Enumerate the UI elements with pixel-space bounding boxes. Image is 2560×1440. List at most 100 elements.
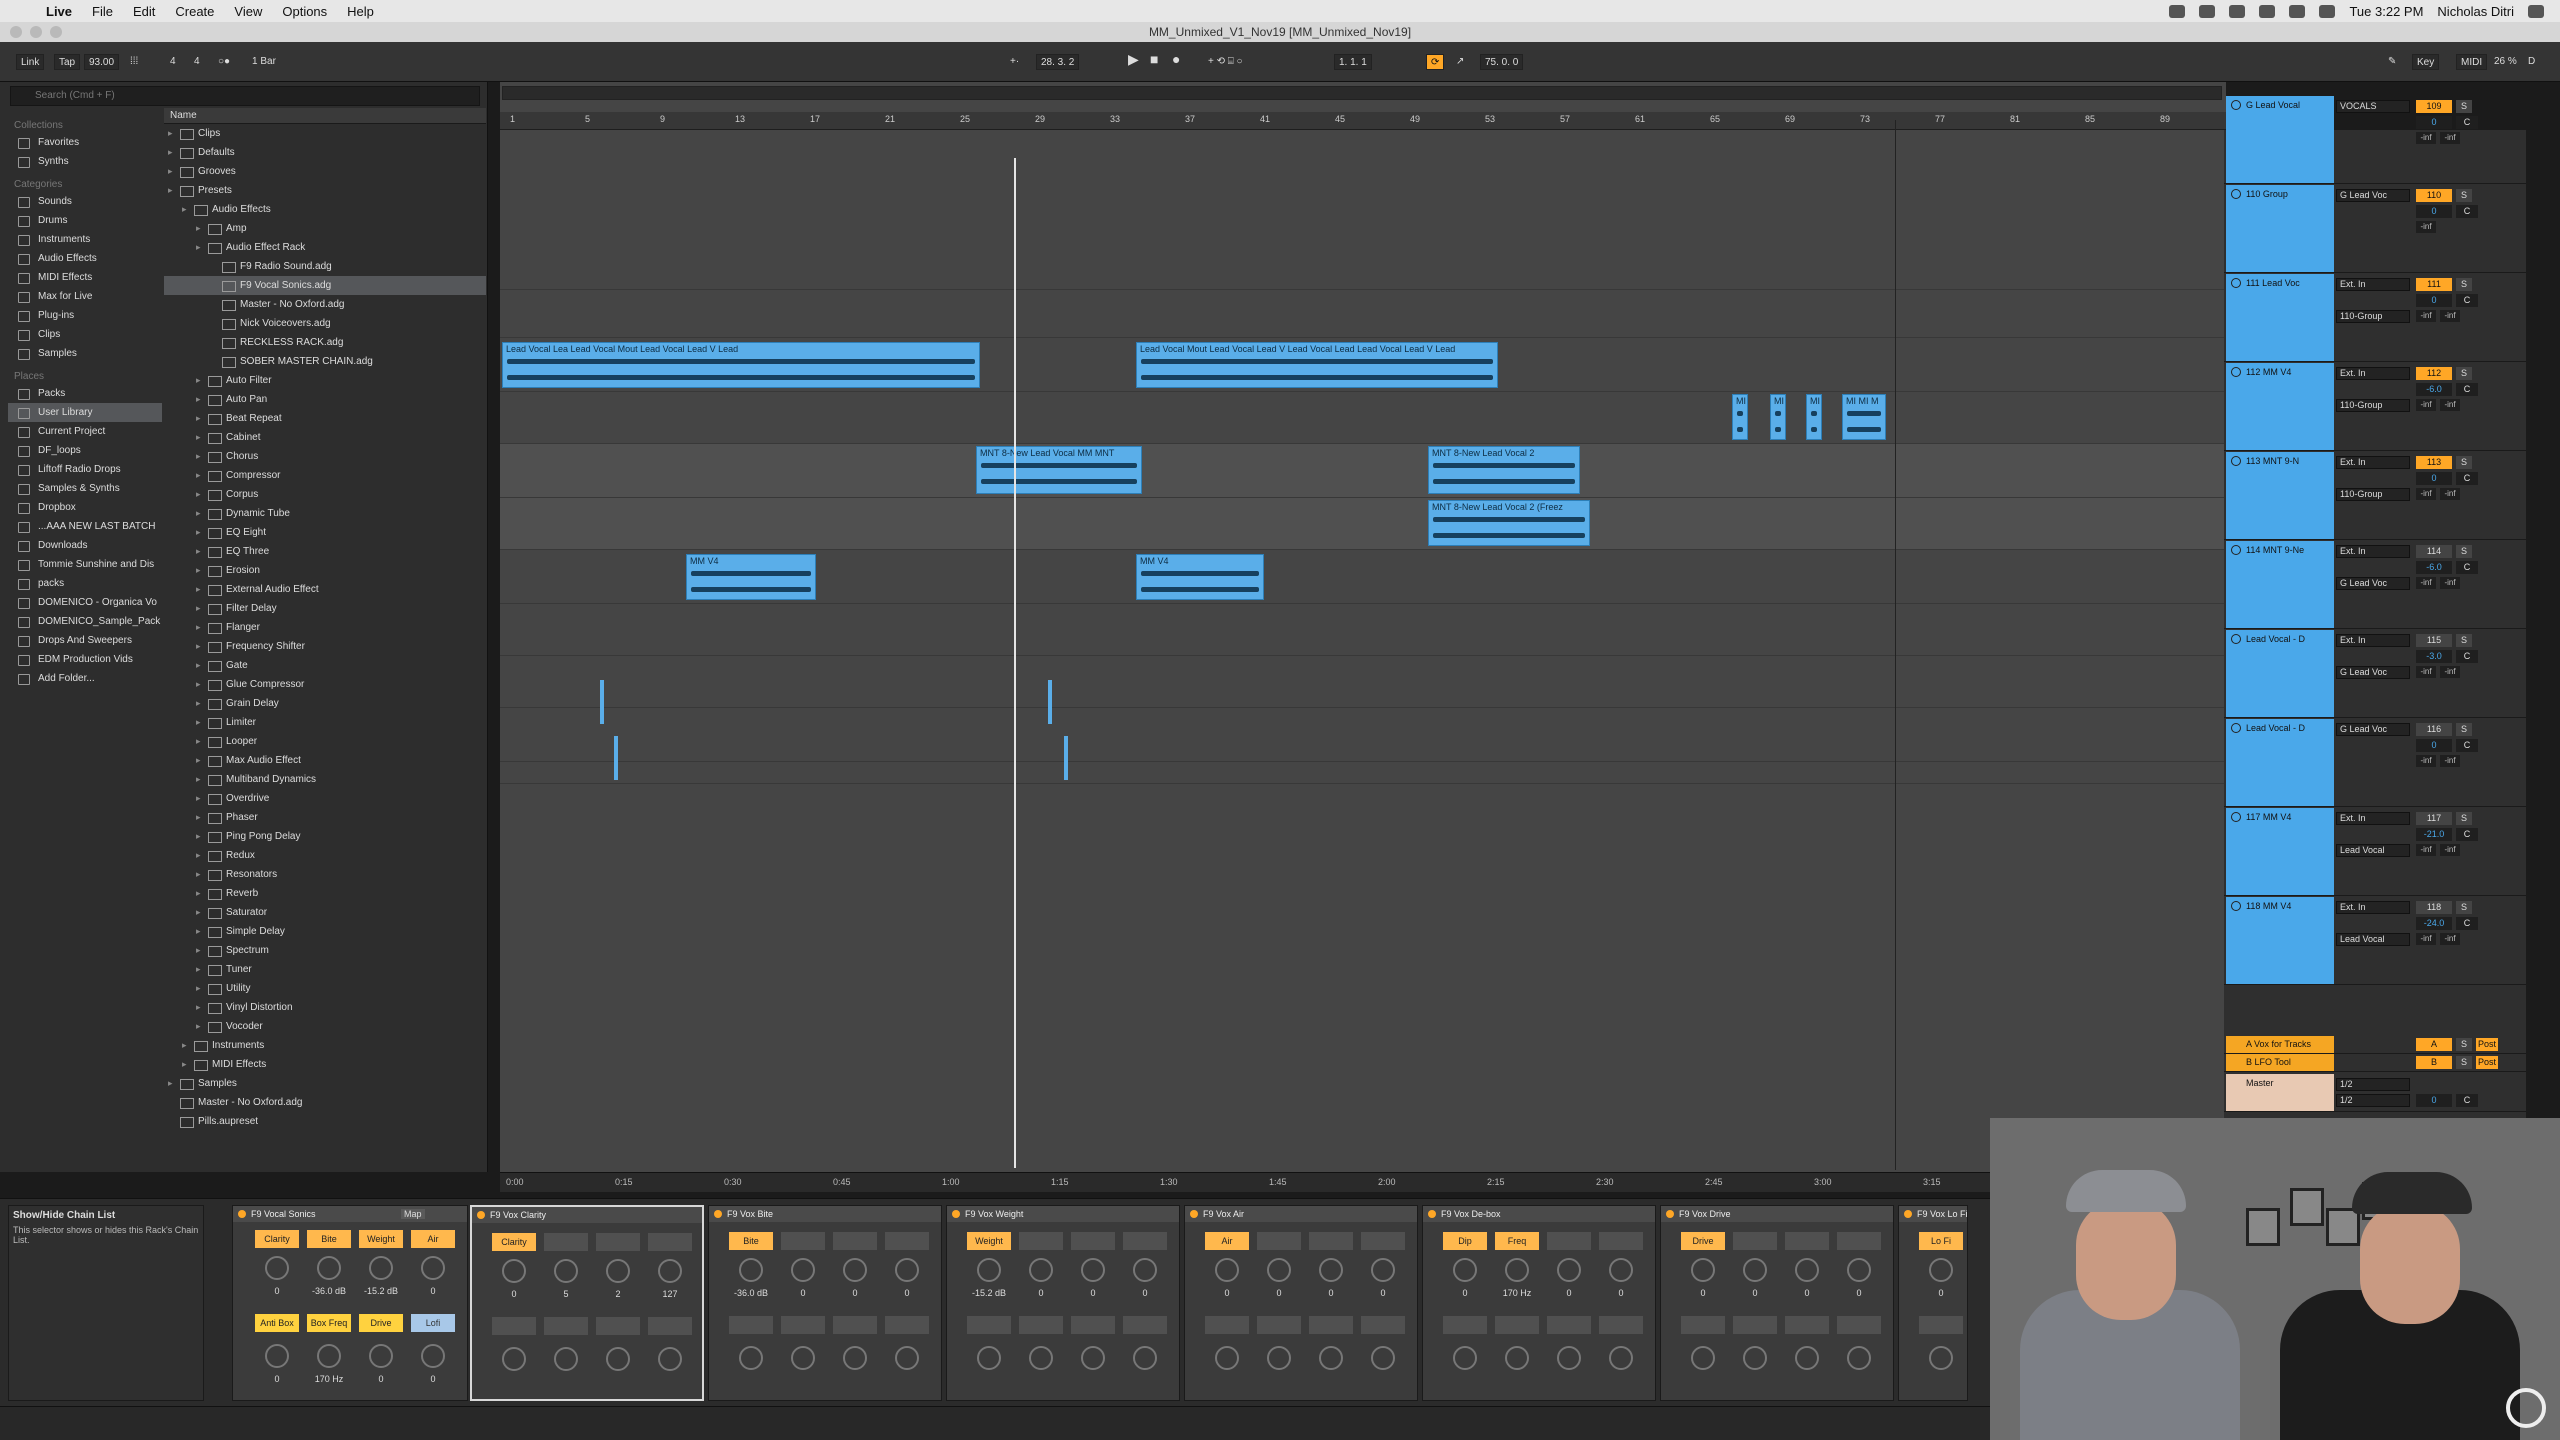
tree-item[interactable]: Samples xyxy=(164,1074,486,1093)
track-lane[interactable] xyxy=(500,604,2226,656)
output-select[interactable]: 110-Group xyxy=(2336,310,2410,323)
macro-knob[interactable] xyxy=(421,1344,445,1368)
overdub-icon[interactable]: + ⟲ ⌸ ○ xyxy=(1204,54,1247,70)
tree-item[interactable]: Resonators xyxy=(164,865,486,884)
record-icon[interactable]: ● xyxy=(1168,51,1184,67)
track-lane[interactable] xyxy=(500,764,2226,784)
macro-knob[interactable] xyxy=(1215,1346,1239,1370)
menu-view[interactable]: View xyxy=(224,4,272,19)
macro-slot[interactable] xyxy=(1837,1316,1881,1334)
macro-knob[interactable] xyxy=(1609,1258,1633,1282)
clip-sliver[interactable] xyxy=(614,736,618,780)
macro-slot[interactable] xyxy=(1123,1316,1167,1334)
macro-name[interactable]: Bite xyxy=(729,1232,773,1250)
cue-select[interactable]: 1/2 xyxy=(2336,1094,2410,1107)
tree-item[interactable]: Amp xyxy=(164,219,486,238)
effect-device[interactable]: F9 Vox Drive Drive 0 0 0 0 xyxy=(1660,1205,1894,1401)
macro-name[interactable] xyxy=(1071,1232,1115,1250)
tree-item[interactable]: Corpus xyxy=(164,485,486,504)
close-icon[interactable] xyxy=(10,26,22,38)
macro-knob[interactable] xyxy=(1505,1258,1529,1282)
tree-item[interactable]: EQ Eight xyxy=(164,523,486,542)
search-input[interactable]: Search (Cmd + F) xyxy=(10,86,480,106)
input-select[interactable]: Ext. In xyxy=(2336,278,2410,291)
play-icon[interactable]: ▶ xyxy=(1124,51,1143,67)
macro-knob[interactable] xyxy=(1743,1258,1767,1282)
tap-button[interactable]: Tap xyxy=(54,54,81,70)
track-lane[interactable] xyxy=(500,392,2226,444)
fold-icon[interactable] xyxy=(2231,901,2241,911)
audio-clip[interactable]: MI xyxy=(1732,394,1748,440)
macro-knob[interactable] xyxy=(1267,1346,1291,1370)
tree-item[interactable]: Nick Voiceovers.adg xyxy=(164,314,486,333)
flag-icon[interactable] xyxy=(2319,4,2336,18)
macro-knob[interactable] xyxy=(1557,1346,1581,1370)
tempo-field[interactable]: 93.00 xyxy=(84,54,120,70)
arrangement-view[interactable]: 1 5 9 13 17 21 25 29 33 37 41 45 49 53 57 61 65 69 73 77 81 8… xyxy=(500,82,2226,1192)
macro-slot[interactable] xyxy=(1733,1316,1777,1334)
input-select[interactable]: VOCALS xyxy=(2336,100,2410,113)
tree-item[interactable]: Dynamic Tube xyxy=(164,504,486,523)
song-position[interactable]: 28. 3. 2 xyxy=(1036,54,1080,70)
fold-icon[interactable] xyxy=(2231,100,2241,110)
tree-item[interactable]: Tuner xyxy=(164,960,486,979)
output-select[interactable]: 110-Group xyxy=(2336,488,2410,501)
track-activator[interactable]: 109 xyxy=(2416,100,2452,113)
sidebar-item[interactable]: MIDI Effects xyxy=(8,268,162,287)
macro-knob[interactable] xyxy=(554,1347,578,1371)
macro-name[interactable] xyxy=(1361,1232,1405,1250)
macro-knob[interactable] xyxy=(1081,1346,1105,1370)
macro-knob[interactable] xyxy=(1847,1258,1871,1282)
beat-ruler[interactable]: 1 5 9 13 17 21 25 29 33 37 41 45 49 53 57 61 65 69 73 77 81 8… xyxy=(500,112,2226,130)
macro-slot[interactable] xyxy=(1599,1316,1643,1334)
loop-toggle-icon[interactable]: ⟳ xyxy=(1426,54,1445,70)
volume-field[interactable]: -3.0 xyxy=(2416,650,2452,663)
macro-knob[interactable] xyxy=(1133,1346,1157,1370)
solo-button[interactable]: S xyxy=(2456,901,2472,914)
sidebar-item[interactable]: DF_loops xyxy=(8,441,162,460)
macro-name[interactable] xyxy=(1257,1232,1301,1250)
macro-name[interactable]: Lo Fi xyxy=(1919,1232,1963,1250)
sidebar-item[interactable]: Samples & Synths xyxy=(8,479,162,498)
sidebar-item[interactable]: Max for Live xyxy=(8,287,162,306)
macro-slot[interactable] xyxy=(1495,1316,1539,1334)
master-volume[interactable]: 0 xyxy=(2416,1094,2452,1107)
track-lane[interactable] xyxy=(500,656,2226,708)
macro-knob[interactable] xyxy=(421,1256,445,1280)
draw-mode-icon[interactable]: ✎ xyxy=(2384,54,2400,70)
sig-numerator[interactable]: 4 xyxy=(166,54,180,70)
macro-knob[interactable] xyxy=(1029,1258,1053,1282)
tree-item[interactable]: Erosion xyxy=(164,561,486,580)
volume-field[interactable]: 0 xyxy=(2416,472,2452,485)
solo-button[interactable]: S xyxy=(2456,367,2472,380)
macro-knob[interactable] xyxy=(317,1256,341,1280)
time-ruler[interactable]: 0:00 0:15 0:30 0:45 1:00 1:15 1:30 1:45 2:00 2:15… xyxy=(500,1172,2226,1192)
status-icon[interactable] xyxy=(2199,4,2216,18)
macro-knob[interactable] xyxy=(1215,1258,1239,1282)
macro-name[interactable] xyxy=(1733,1232,1777,1250)
sidebar-item[interactable]: Tommie Sunshine and Dis xyxy=(8,555,162,574)
fold-icon[interactable] xyxy=(2231,189,2241,199)
effect-device[interactable]: F9 Vox Air Air 0 0 0 0 xyxy=(1184,1205,1418,1401)
macro-knob[interactable] xyxy=(1929,1258,1953,1282)
macro-knob[interactable] xyxy=(895,1258,919,1282)
macro-knob[interactable] xyxy=(1081,1258,1105,1282)
stop-icon[interactable]: ■ xyxy=(1146,51,1162,67)
sidebar-item[interactable]: DOMENICO - Organica Vo xyxy=(8,593,162,612)
volume-field[interactable]: 0 xyxy=(2416,116,2452,129)
pan-field[interactable]: C xyxy=(2456,294,2478,307)
track-activator[interactable]: 112 xyxy=(2416,367,2452,380)
track-header[interactable]: 118 MM V4 xyxy=(2226,897,2334,984)
fold-icon[interactable] xyxy=(2231,545,2241,555)
macro-knob[interactable] xyxy=(1929,1346,1953,1370)
track-header[interactable]: 113 MNT 9-N xyxy=(2226,452,2334,539)
tree-item[interactable]: Auto Pan xyxy=(164,390,486,409)
track-header[interactable]: 110 Group xyxy=(2226,185,2334,272)
sidebar-item[interactable]: Downloads xyxy=(8,536,162,555)
macro-knob[interactable] xyxy=(1319,1346,1343,1370)
effect-device[interactable]: F9 Vox Bite Bite -36.0 dB 0 0 0 xyxy=(708,1205,942,1401)
post-button[interactable]: Post xyxy=(2476,1056,2498,1069)
macro-name[interactable]: Weight xyxy=(359,1230,403,1248)
macro-name[interactable] xyxy=(1785,1232,1829,1250)
macro-knob[interactable] xyxy=(1371,1346,1395,1370)
